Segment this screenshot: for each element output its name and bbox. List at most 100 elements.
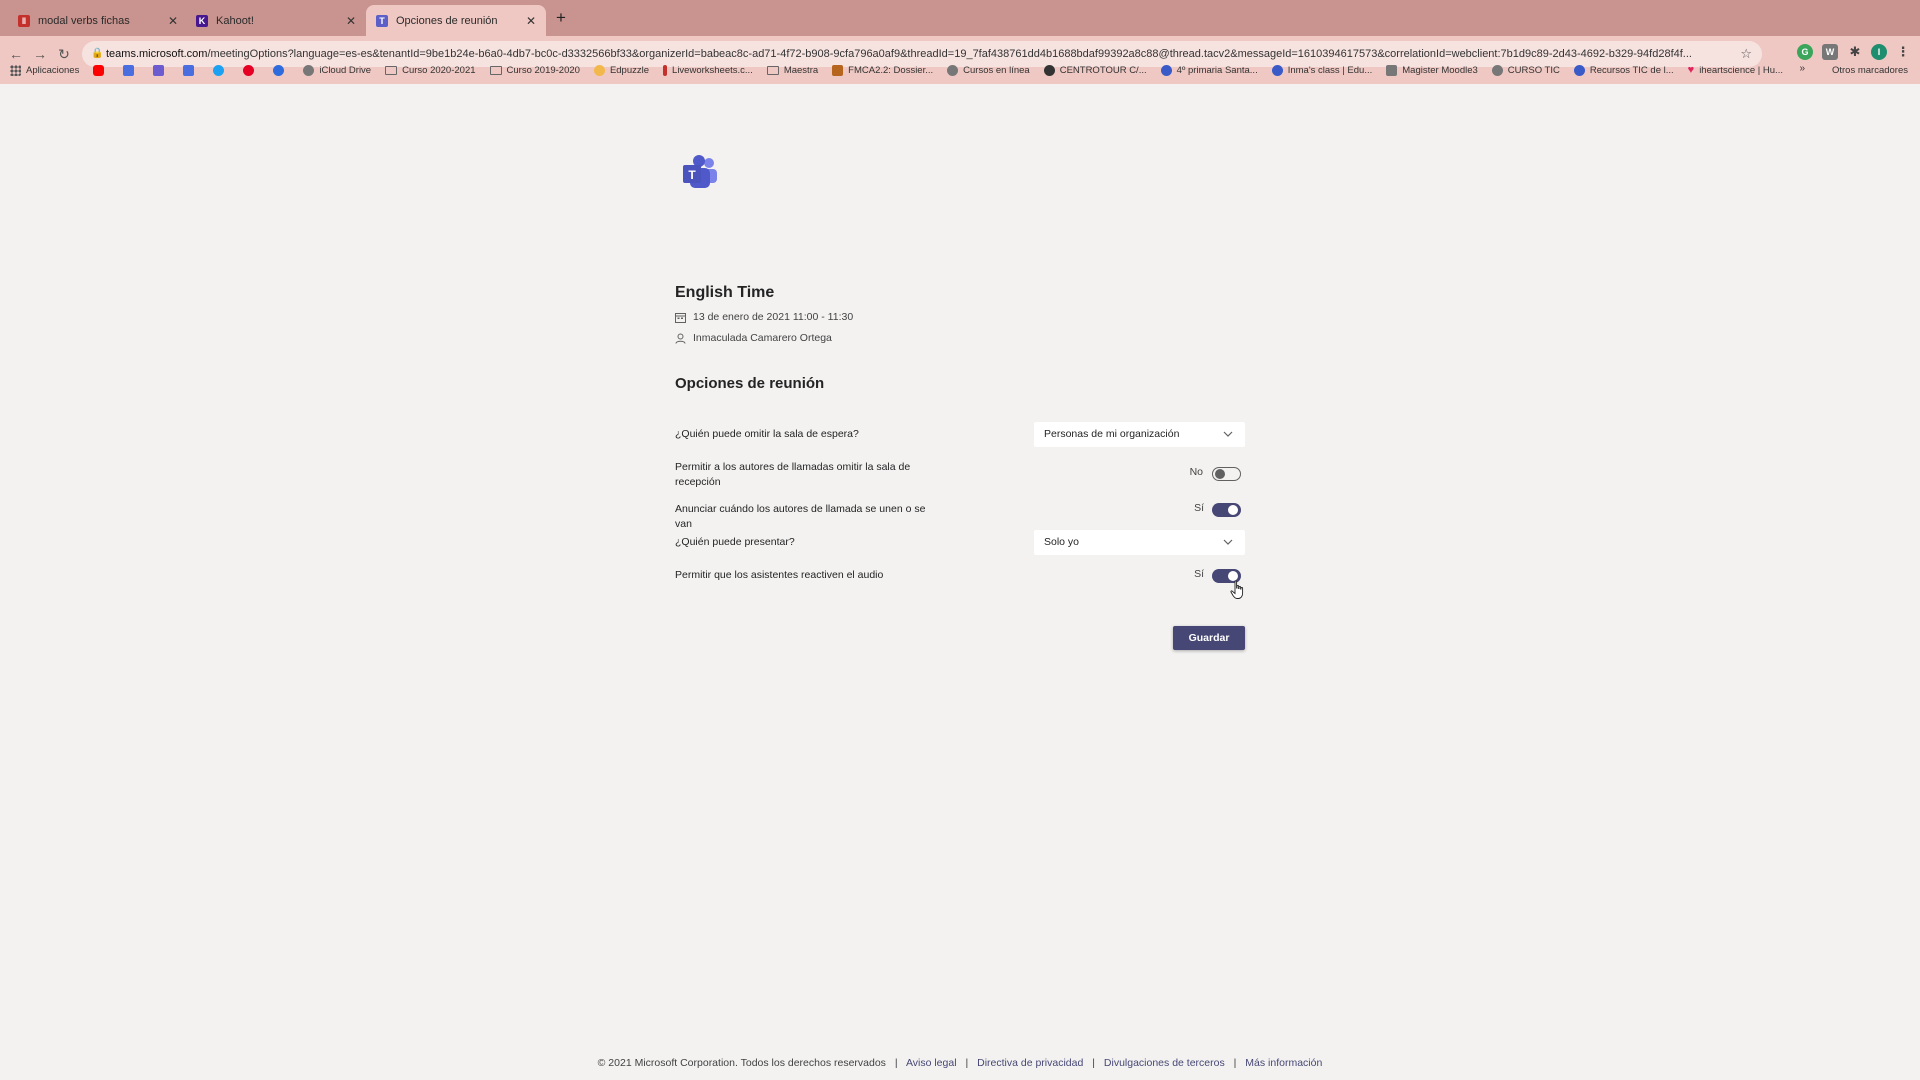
bookmark-icloud[interactable]: iCloud Drive <box>303 64 371 76</box>
announce-label: Anunciar cuándo los autores de llamada s… <box>675 503 926 530</box>
bookmark-folder-curso-2019[interactable]: Curso 2019-2020 <box>489 65 580 76</box>
bookmark-label: 4º primaria Santa... <box>1176 64 1258 76</box>
url-path: /meetingOptions?language=es-es&tenantId=… <box>207 48 1692 60</box>
moodle-icon <box>1386 64 1398 76</box>
grammarly-extension-icon[interactable]: G <box>1797 44 1813 60</box>
bookmark-otros-marcadores[interactable]: Otros marcadores <box>1832 60 1908 80</box>
globe-icon <box>273 64 285 76</box>
bookmark-translate[interactable] <box>123 64 139 76</box>
globe-icon <box>1491 64 1503 76</box>
bookmark-label: Liveworksheets.c... <box>672 64 753 76</box>
close-icon[interactable]: ✕ <box>526 14 536 28</box>
bookmark-label: Cursos en línea <box>963 64 1030 76</box>
bookmark-label: Curso 2020-2021 <box>402 64 476 76</box>
bookmark-folder-maestra[interactable]: Maestra <box>766 64 819 76</box>
globe-icon <box>947 64 959 76</box>
presenters-label: ¿Quién puede presentar? <box>675 536 795 548</box>
presenters-dropdown[interactable]: Solo yo <box>1034 530 1245 555</box>
bookmark-fmca[interactable]: FMCA2.2: Dossier... <box>832 64 933 76</box>
bookmark-dropbox[interactable] <box>183 64 199 76</box>
bookmark-label: Recursos TIC de l... <box>1589 64 1674 76</box>
tab-title: Opciones de reunión <box>396 14 498 27</box>
bookmark-inmas-class[interactable]: Inma's class | Edu... <box>1271 64 1373 76</box>
dropbox-icon <box>183 64 195 76</box>
folder-icon <box>385 65 398 75</box>
legal-notice-link[interactable]: Aviso legal <box>906 1057 957 1069</box>
bookmark-label: Maestra <box>783 64 819 76</box>
bookmark-cursos-en-linea[interactable]: Cursos en línea <box>947 64 1030 76</box>
lobby-bypass-dropdown[interactable]: Personas de mi organización <box>1034 422 1245 447</box>
bookmark-label: CURSO TIC <box>1507 64 1560 76</box>
bookmark-folder-curso-2020[interactable]: Curso 2020-2021 <box>385 64 476 76</box>
bookmark-edpuzzle[interactable]: Edpuzzle <box>593 64 650 76</box>
browser-menu-icon[interactable]: ⋮ <box>1895 44 1911 60</box>
browser-tab-opciones-reunion[interactable]: T Opciones de reunión ✕ <box>366 5 546 36</box>
close-icon[interactable]: ✕ <box>168 14 178 28</box>
bookmark-wordwall[interactable] <box>153 64 169 76</box>
bookmark-4-primaria[interactable]: 4º primaria Santa... <box>1160 64 1258 76</box>
site-icon <box>1271 64 1283 76</box>
more-info-link[interactable]: Más información <box>1245 1057 1322 1069</box>
bookmark-pinterest[interactable] <box>243 64 259 76</box>
bookmarks-overflow-icon[interactable]: » <box>1799 63 1805 74</box>
calendar-icon <box>675 312 686 323</box>
bookmark-aplicaciones[interactable]: Aplicaciones <box>10 64 80 76</box>
fmca-icon <box>832 64 844 76</box>
extension-icon[interactable]: W <box>1822 44 1838 60</box>
bookmark-youtube[interactable] <box>93 64 109 76</box>
site-icon <box>1573 64 1585 76</box>
unmute-state: Sí <box>1194 568 1204 580</box>
kahoot-favicon-icon: K <box>196 14 208 27</box>
bookmark-label: Inma's class | Edu... <box>1287 64 1373 76</box>
browser-toolbar: ← → ↻ 🔒 teams.microsoft.com/meetingOptio… <box>0 36 1920 90</box>
callers-bypass-toggle[interactable] <box>1212 467 1241 481</box>
liveworksheets-favicon-icon: ‖ <box>18 14 30 27</box>
bookmark-liveworksheets[interactable]: Liveworksheets.c... <box>663 64 753 76</box>
teams-logo-icon: T <box>683 155 717 188</box>
browser-tab-kahoot[interactable]: K Kahoot! ✕ <box>186 5 366 36</box>
tab-title: modal verbs fichas <box>38 14 130 27</box>
bookmark-recursos-tic[interactable]: Recursos TIC de l... <box>1573 64 1674 76</box>
save-button[interactable]: Guardar <box>1173 626 1245 650</box>
privacy-policy-link[interactable]: Directiva de privacidad <box>977 1057 1083 1069</box>
translate-icon <box>123 64 135 76</box>
footer-separator: | <box>894 1057 898 1069</box>
announce-toggle[interactable] <box>1212 503 1241 517</box>
bookmark-magister-moodle[interactable]: Magister Moodle3 <box>1386 64 1478 76</box>
meeting-title: English Time <box>675 284 775 301</box>
browser-tabstrip: ‖ modal verbs fichas ✕ K Kahoot! ✕ T Opc… <box>0 0 1920 36</box>
presenters-value: Solo yo <box>1044 536 1080 548</box>
heart-icon: ♥ <box>1687 63 1695 76</box>
bookmark-label: Aplicaciones <box>26 64 80 76</box>
lobby-bypass-label: ¿Quién puede omitir la sala de espera? <box>675 428 859 440</box>
profile-avatar[interactable]: I <box>1871 44 1887 60</box>
puzzle-extensions-icon[interactable]: ✱ <box>1847 44 1863 60</box>
browser-tab-modal-verbs[interactable]: ‖ modal verbs fichas ✕ <box>8 5 188 36</box>
third-party-disclosures-link[interactable]: Divulgaciones de terceros <box>1104 1057 1225 1069</box>
bookmark-centrotour[interactable]: CENTROTOUR C/... <box>1043 64 1147 76</box>
meeting-options-page: T English Time 13 de enero de 2021 11:00… <box>0 84 1920 1080</box>
bookmark-label: Edpuzzle <box>609 64 650 76</box>
bookmark-label: Otros marcadores <box>1831 64 1908 76</box>
liveworksheets-icon <box>663 64 668 76</box>
apple-icon <box>303 64 315 76</box>
bookmark-twitter[interactable] <box>213 64 229 76</box>
edpuzzle-icon <box>593 64 605 76</box>
bookmark-curso-tic[interactable]: CURSO TIC <box>1491 64 1560 76</box>
copyright-text: © 2021 Microsoft Corporation. Todos los … <box>597 1057 886 1069</box>
bookmark-label: Magister Moodle3 <box>1402 64 1478 76</box>
new-tab-plus-icon[interactable]: + <box>552 9 570 27</box>
globe-icon <box>1043 64 1055 76</box>
page-footer: © 2021 Microsoft Corporation. Todos los … <box>0 1057 1920 1069</box>
bookmarks-bar: Aplicaciones iCloud Drive Curso 2020-202… <box>0 60 1920 80</box>
youtube-icon <box>93 64 105 76</box>
meeting-datetime-row: 13 de enero de 2021 11:00 - 11:30 <box>675 311 853 323</box>
twitter-icon <box>213 64 225 76</box>
close-icon[interactable]: ✕ <box>346 14 356 28</box>
options-heading: Opciones de reunión <box>675 375 825 392</box>
bookmark-iheartscience[interactable]: ♥ iheartscience | Hu... <box>1687 63 1783 76</box>
meeting-datetime: 13 de enero de 2021 11:00 - 11:30 <box>693 311 854 323</box>
wordwall-icon <box>153 64 165 76</box>
site-icon <box>1160 64 1172 76</box>
bookmark-site[interactable] <box>273 64 289 76</box>
